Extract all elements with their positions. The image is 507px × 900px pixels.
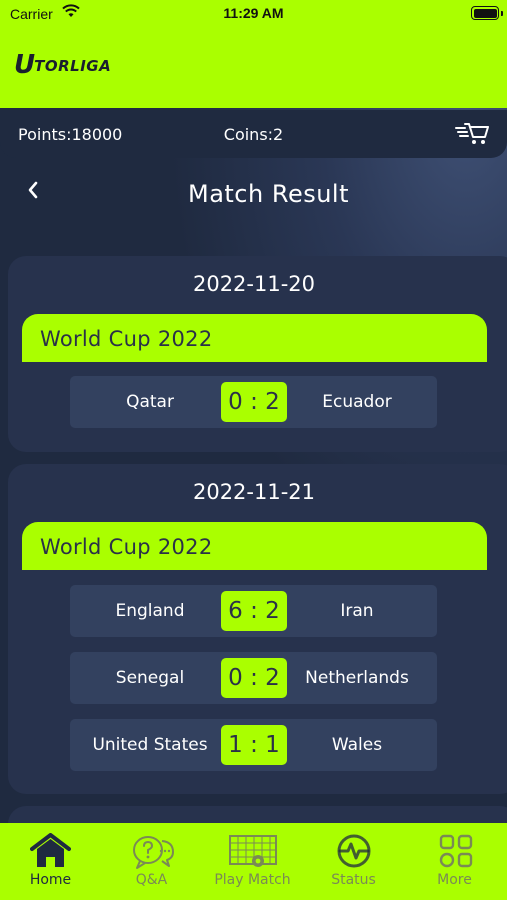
score-box: 6 : 2	[221, 591, 287, 631]
battery-tip	[501, 11, 503, 16]
tab-home[interactable]: Home	[0, 823, 101, 900]
grid-icon	[439, 834, 473, 868]
chat-question-icon	[133, 836, 174, 869]
battery-icon	[471, 6, 499, 20]
coins-label: Coins:2	[223, 125, 284, 144]
tab-more[interactable]: More	[404, 823, 505, 900]
tab-bar: Home Q&A Play Match Status More	[0, 823, 507, 900]
league-name: World Cup 2022	[40, 327, 213, 351]
score-box: 0 : 2	[221, 382, 287, 422]
match-row[interactable]: Qatar 0 : 2 Ecuador	[70, 376, 437, 428]
points-bar: Points:18000 Coins:2	[0, 110, 507, 158]
app-header: Carrier 11:29 AM U TORLIGA	[0, 0, 507, 108]
home-team: United States	[92, 735, 208, 755]
status-pulse-icon	[337, 834, 371, 868]
tab-status[interactable]: Status	[303, 823, 404, 900]
away-team: Ecuador	[322, 392, 392, 412]
away-team: Wales	[331, 735, 383, 755]
soccer-goal-icon	[229, 835, 277, 867]
league-name: World Cup 2022	[40, 535, 213, 559]
logo-text: TORLIGA	[34, 57, 112, 75]
home-team: Qatar	[126, 392, 174, 412]
cart-icon[interactable]	[455, 120, 489, 146]
tab-qa[interactable]: Q&A	[101, 823, 202, 900]
away-team: Netherlands	[305, 668, 409, 688]
day-card: 2022-11-20 World Cup 2022 Qatar 0 : 2 Ec…	[8, 256, 507, 452]
match-row[interactable]: United States 1 : 1 Wales	[70, 719, 437, 771]
score-box: 1 : 1	[221, 725, 287, 765]
tab-label: Play Match	[214, 872, 291, 888]
tab-play-match[interactable]: Play Match	[202, 823, 303, 900]
league-banner: World Cup 2022	[22, 522, 487, 570]
tab-label: Status	[331, 872, 376, 888]
score-box: 0 : 2	[221, 658, 287, 698]
match-row[interactable]: Senegal 0 : 2 Netherlands	[70, 652, 437, 704]
clock: 11:29 AM	[223, 5, 284, 21]
logo-mark: U	[14, 50, 35, 80]
home-icon	[30, 833, 71, 867]
app-logo: U TORLIGA	[14, 50, 111, 78]
day-card: 2022-11-21 World Cup 2022 England 6 : 2 …	[8, 464, 507, 794]
page-title: Match Result	[187, 180, 349, 208]
league-banner: World Cup 2022	[22, 314, 487, 362]
away-team: Iran	[340, 601, 374, 621]
tab-label: Home	[29, 872, 72, 888]
match-row[interactable]: England 6 : 2 Iran	[70, 585, 437, 637]
day-date: 2022-11-21	[192, 480, 316, 504]
day-date: 2022-11-20	[192, 272, 316, 296]
status-bar: Carrier 11:29 AM	[0, 0, 507, 28]
tab-label: Q&A	[135, 872, 168, 888]
home-team: England	[115, 601, 185, 621]
home-team: Senegal	[115, 668, 185, 688]
tab-label: More	[437, 872, 472, 888]
